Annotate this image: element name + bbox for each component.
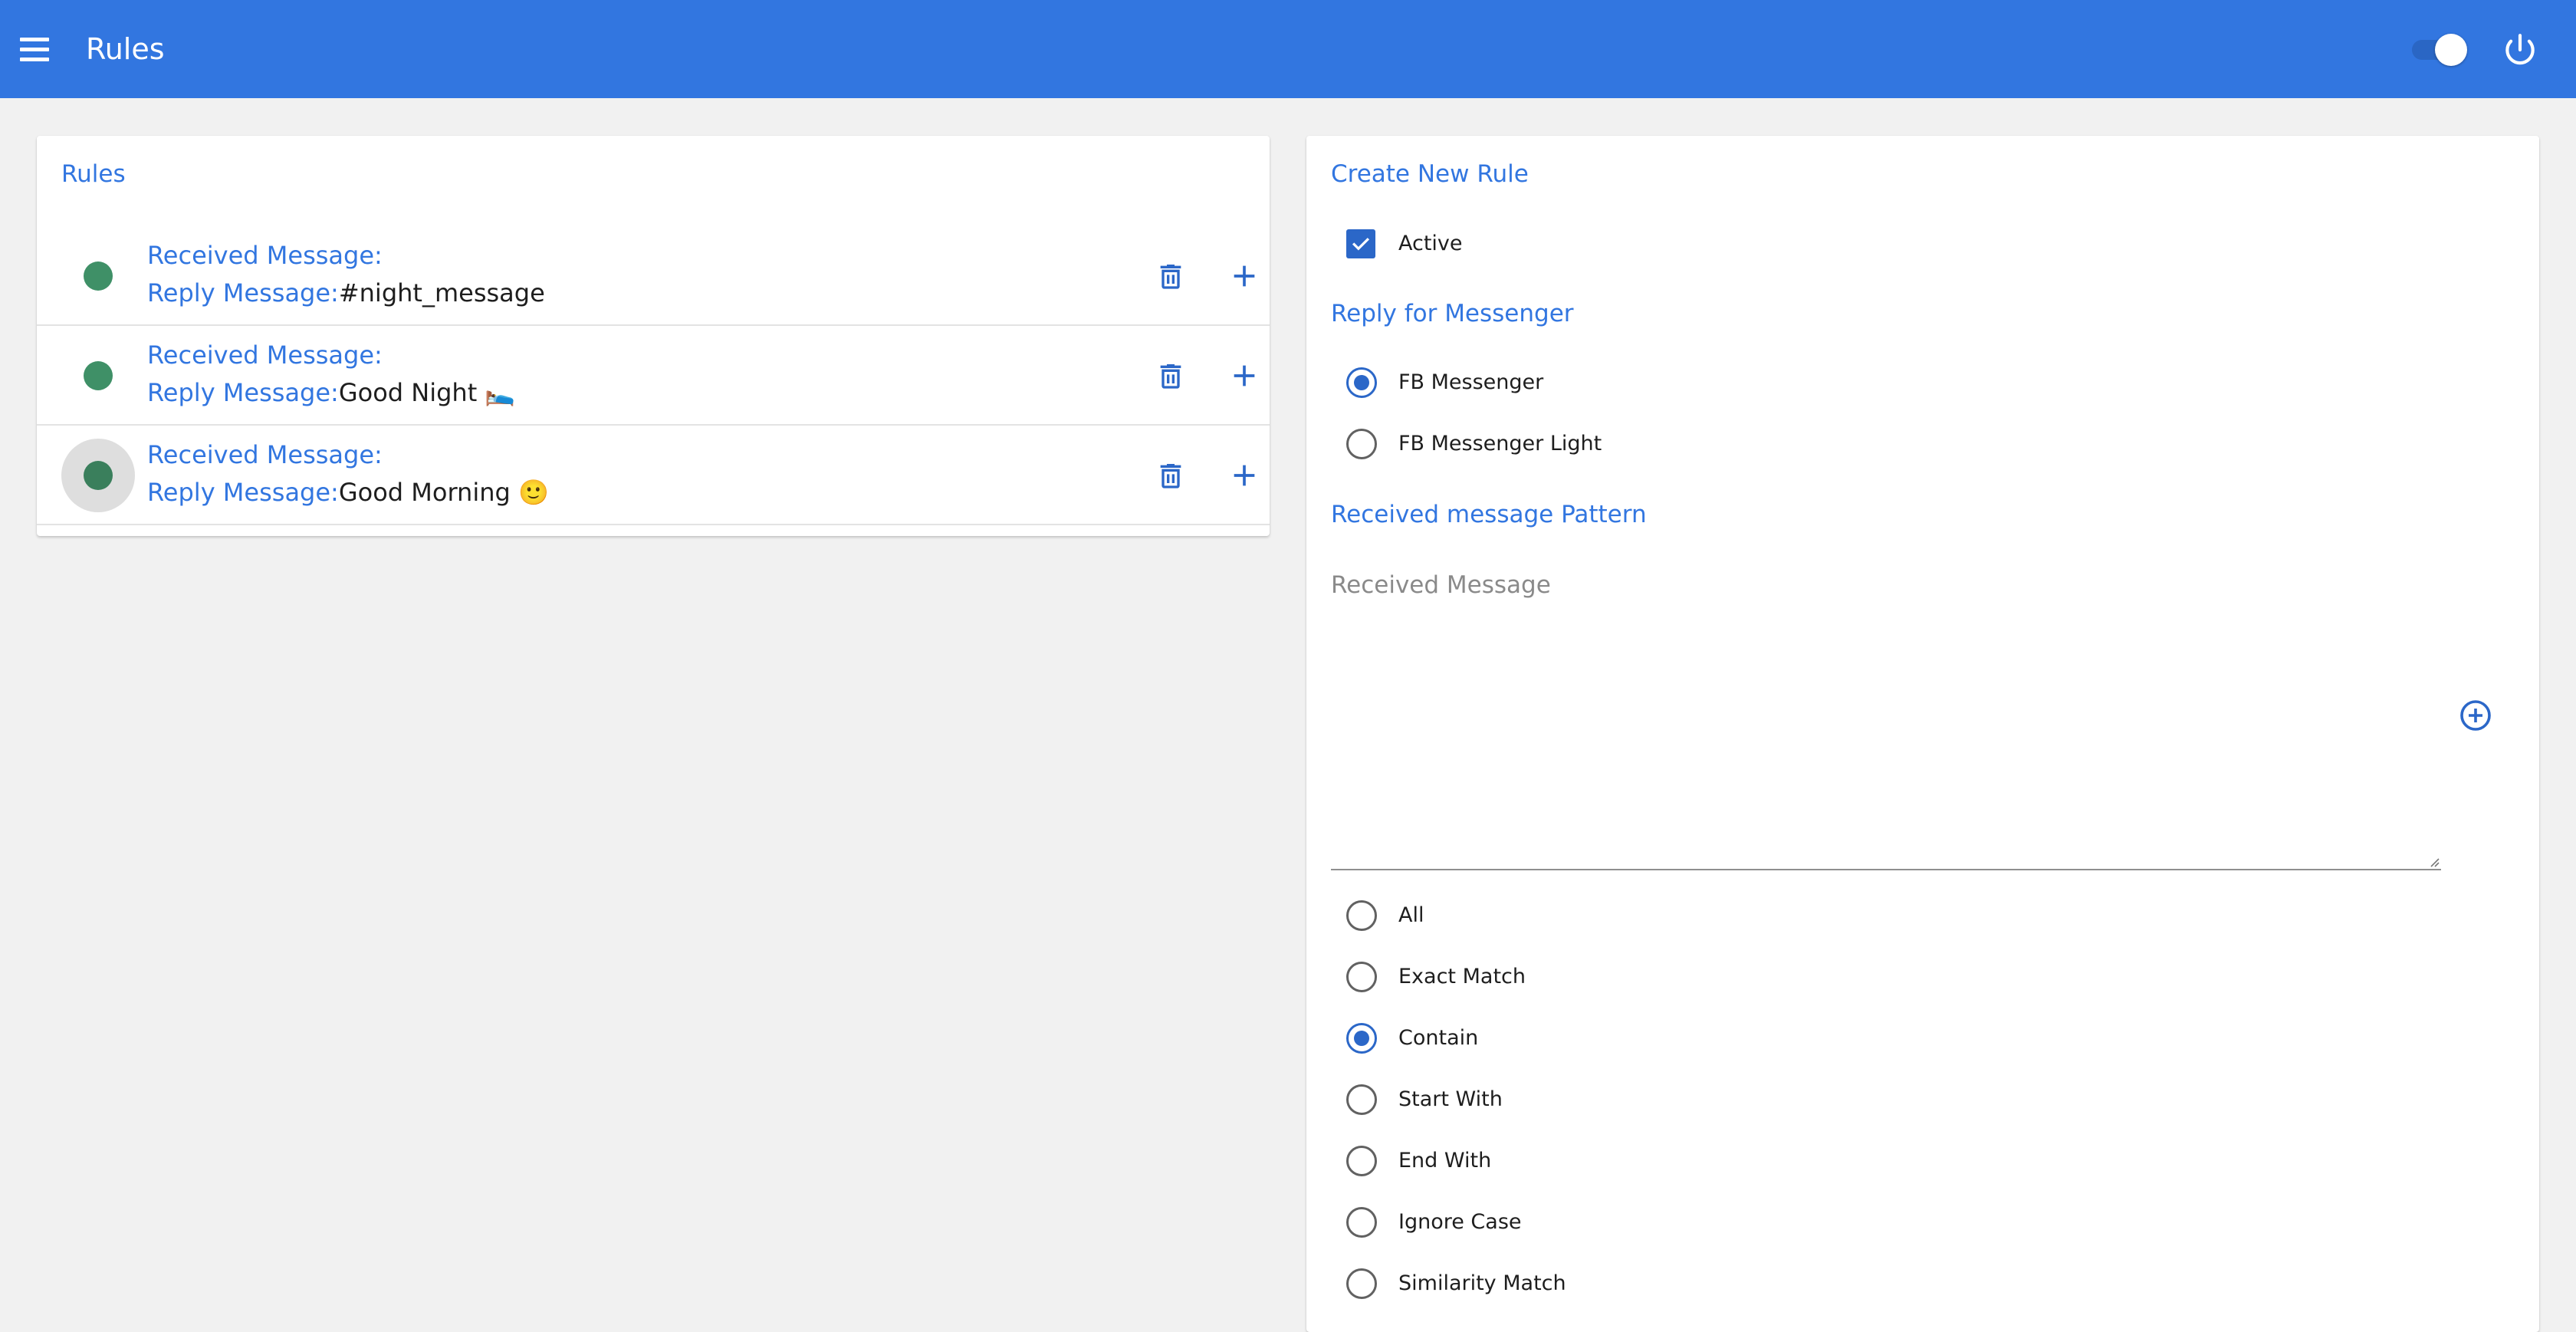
rules-card: Rules Received Message: Reply Message:#n… (37, 136, 1270, 536)
menu-icon-bar-2 (20, 47, 49, 51)
rule-row[interactable]: Received Message: Reply Message:Good Nig… (37, 326, 1270, 426)
create-rule-heading: Create New Rule (1331, 160, 1529, 188)
create-rule-card: Create New Rule Active Reply for Messeng… (1306, 136, 2539, 1332)
resize-grip-icon[interactable] (2427, 855, 2440, 867)
rule-text: Received Message: Reply Message:#night_m… (147, 237, 545, 312)
received-label: Received Message: (147, 440, 383, 469)
status-dot (84, 361, 113, 390)
rule-row[interactable]: Received Message: Reply Message:Good Mor… (37, 426, 1270, 525)
received-message-input[interactable] (1331, 554, 2441, 869)
add-rule-button[interactable] (1223, 354, 1266, 397)
rule-row[interactable]: Received Message: Reply Message:#night_m… (37, 226, 1270, 326)
radio-end-with[interactable] (1346, 1146, 1377, 1176)
plus-icon (1234, 465, 1255, 486)
status-dot (84, 261, 113, 291)
radio-start-with[interactable] (1346, 1084, 1377, 1115)
start-with-label: Start With (1398, 1087, 1503, 1111)
toggle-thumb (2435, 34, 2467, 66)
pattern-field (1331, 554, 2441, 870)
radio-fb-messenger[interactable] (1346, 367, 1377, 398)
plus-icon (1234, 365, 1255, 386)
reply-label: Reply Message: (147, 278, 339, 308)
match-all-label: All (1398, 903, 1424, 927)
end-with-label: End With (1398, 1149, 1492, 1172)
check-icon (1352, 238, 1370, 251)
delete-rule-button[interactable] (1149, 255, 1192, 298)
radio-all[interactable] (1346, 900, 1377, 931)
plus-icon (1234, 265, 1255, 287)
rule-text: Received Message: Reply Message:Good Nig… (147, 337, 515, 412)
similarity-match-label: Similarity Match (1398, 1271, 1566, 1295)
received-label: Received Message: (147, 241, 383, 270)
radio-contain[interactable] (1346, 1023, 1377, 1054)
active-checkbox[interactable] (1346, 229, 1375, 258)
reply-label: Reply Message: (147, 378, 339, 407)
trash-icon (1160, 265, 1181, 289)
pattern-heading: Received message Pattern (1331, 501, 1647, 528)
messenger-heading: Reply for Messenger (1331, 300, 1574, 327)
reply-value: #night_message (338, 278, 545, 308)
rules-heading: Rules (61, 160, 126, 188)
fb-messenger-light-label: FB Messenger Light (1398, 432, 1602, 456)
page-title: Rules (86, 32, 165, 66)
contain-label: Contain (1398, 1026, 1479, 1050)
app-bar: Rules (0, 0, 2576, 98)
reply-value: Good Night 🛌 (338, 378, 516, 407)
plus-circle-icon (2460, 700, 2491, 731)
reply-value: Good Morning 🙂 (338, 478, 549, 507)
menu-icon-bar-3 (20, 57, 49, 61)
ignore-case-label: Ignore Case (1398, 1210, 1522, 1234)
delete-rule-button[interactable] (1149, 454, 1192, 497)
add-rule-button[interactable] (1223, 255, 1266, 298)
radio-fb-messenger-light[interactable] (1346, 429, 1377, 459)
radio-similarity-match[interactable] (1346, 1268, 1377, 1299)
add-rule-button[interactable] (1223, 454, 1266, 497)
add-pattern-button[interactable] (2457, 697, 2494, 734)
radio-exact-match[interactable] (1346, 962, 1377, 992)
reply-label: Reply Message: (147, 478, 339, 507)
received-label: Received Message: (147, 340, 383, 370)
theme-toggle[interactable] (2412, 32, 2469, 66)
trash-icon (1160, 464, 1181, 488)
radio-ignore-case[interactable] (1346, 1207, 1377, 1238)
power-icon (2505, 34, 2535, 65)
delete-rule-button[interactable] (1149, 354, 1192, 397)
status-dot (84, 461, 113, 490)
rule-status[interactable] (61, 239, 135, 313)
rule-status[interactable] (61, 339, 135, 413)
menu-button[interactable] (17, 31, 57, 67)
menu-icon (20, 37, 49, 41)
active-label: Active (1398, 232, 1463, 255)
power-button[interactable] (2501, 31, 2539, 69)
trash-icon (1160, 364, 1181, 389)
rule-text: Received Message: Reply Message:Good Mor… (147, 436, 549, 511)
fb-messenger-label: FB Messenger (1398, 370, 1544, 394)
exact-match-label: Exact Match (1398, 965, 1526, 988)
rule-status[interactable] (61, 439, 135, 512)
